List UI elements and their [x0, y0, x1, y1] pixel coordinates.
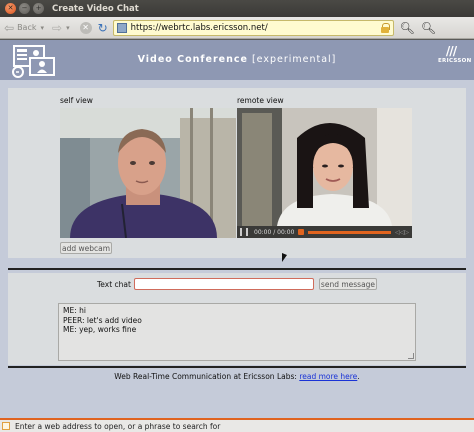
- page-header: Video Conference [experimental] /// ERIC…: [0, 40, 474, 80]
- url-text[interactable]: https://webrtc.labs.ericsson.net/: [131, 23, 380, 33]
- lock-icon[interactable]: [380, 22, 390, 33]
- footer-suffix: .: [357, 372, 360, 381]
- section-divider: [8, 268, 466, 270]
- close-window-button[interactable]: ✕: [5, 3, 16, 14]
- remote-view-video: [237, 108, 412, 226]
- back-label: Back: [17, 23, 37, 32]
- resize-grip-icon[interactable]: [408, 353, 414, 359]
- send-message-button[interactable]: send message: [319, 278, 377, 290]
- ericsson-logo: /// ERICSSON: [438, 44, 472, 64]
- back-arrow-icon: ⇦: [4, 20, 15, 35]
- window-title: Create Video Chat: [52, 3, 139, 14]
- page-title-main: Video Conference: [137, 54, 248, 65]
- remote-view-label: remote view: [237, 96, 284, 105]
- add-webcam-button[interactable]: add webcam: [60, 242, 112, 254]
- chat-panel: Text chat send message ME: hi PEER: let'…: [8, 273, 466, 365]
- site-identity-icon[interactable]: [116, 22, 127, 33]
- video-panel: self view remote view 00:00 / 00:00 ◁◁▷ …: [8, 88, 466, 258]
- self-view-label: self view: [60, 96, 93, 105]
- status-page-icon: [2, 422, 10, 430]
- window-titlebar: ✕ − + Create Video Chat: [0, 0, 474, 17]
- maximize-window-button[interactable]: +: [33, 3, 44, 14]
- video-progress-bar[interactable]: [308, 230, 392, 234]
- chat-message: PEER: let's add video: [63, 315, 142, 325]
- web-page: Video Conference [experimental] /// ERIC…: [0, 40, 474, 418]
- page-title-tag: [experimental]: [251, 54, 337, 65]
- zoom-out-button[interactable]: 🔍︎: [400, 21, 415, 35]
- ericsson-wordmark: ERICSSON: [438, 58, 472, 64]
- remote-video-controls: 00:00 / 00:00 ◁◁▷: [237, 226, 412, 238]
- forward-history-chevron-icon[interactable]: ▾: [66, 24, 70, 32]
- status-text: Enter a web address to open, or a phrase…: [15, 421, 221, 431]
- address-bar[interactable]: https://webrtc.labs.ericsson.net/: [112, 19, 394, 36]
- video-time: 00:00 / 00:00: [254, 228, 295, 236]
- forward-button[interactable]: ⇨: [52, 21, 62, 35]
- text-chat-label: Text chat: [97, 280, 131, 289]
- minimize-window-button[interactable]: −: [19, 3, 30, 14]
- page-footer: Web Real-Time Communication at Ericsson …: [0, 372, 474, 381]
- record-indicator-icon: [298, 229, 305, 235]
- ericsson-mark-icon: ///: [445, 44, 457, 58]
- footer-text: Web Real-Time Communication at Ericsson …: [114, 372, 300, 381]
- chat-message: ME: yep, works fine: [63, 325, 137, 334]
- self-view-video: [60, 108, 236, 238]
- status-bar: Enter a web address to open, or a phrase…: [0, 418, 474, 432]
- mouse-cursor-icon: [282, 253, 287, 262]
- stop-button[interactable]: ✕: [79, 21, 92, 34]
- pause-icon[interactable]: [240, 228, 248, 236]
- footer-divider: [8, 366, 466, 368]
- reload-button[interactable]: ↻: [98, 21, 108, 35]
- read-more-link[interactable]: read more here: [299, 372, 357, 381]
- chat-log[interactable]: ME: hi PEER: let's add video ME: yep, wo…: [58, 303, 416, 361]
- back-button[interactable]: ⇦ Back ▾: [4, 21, 44, 35]
- page-title: Video Conference [experimental]: [0, 54, 474, 65]
- chat-message: ME: hi: [63, 306, 86, 315]
- chat-input[interactable]: [134, 278, 314, 290]
- zoom-in-button[interactable]: 🔍︎: [421, 21, 436, 35]
- volume-icon[interactable]: ◁◁▷: [395, 229, 409, 236]
- browser-toolbar: ⇦ Back ▾ ⇨ ▾ ✕ ↻ https://webrtc.labs.eri…: [0, 17, 474, 39]
- back-history-chevron-icon[interactable]: ▾: [40, 24, 44, 32]
